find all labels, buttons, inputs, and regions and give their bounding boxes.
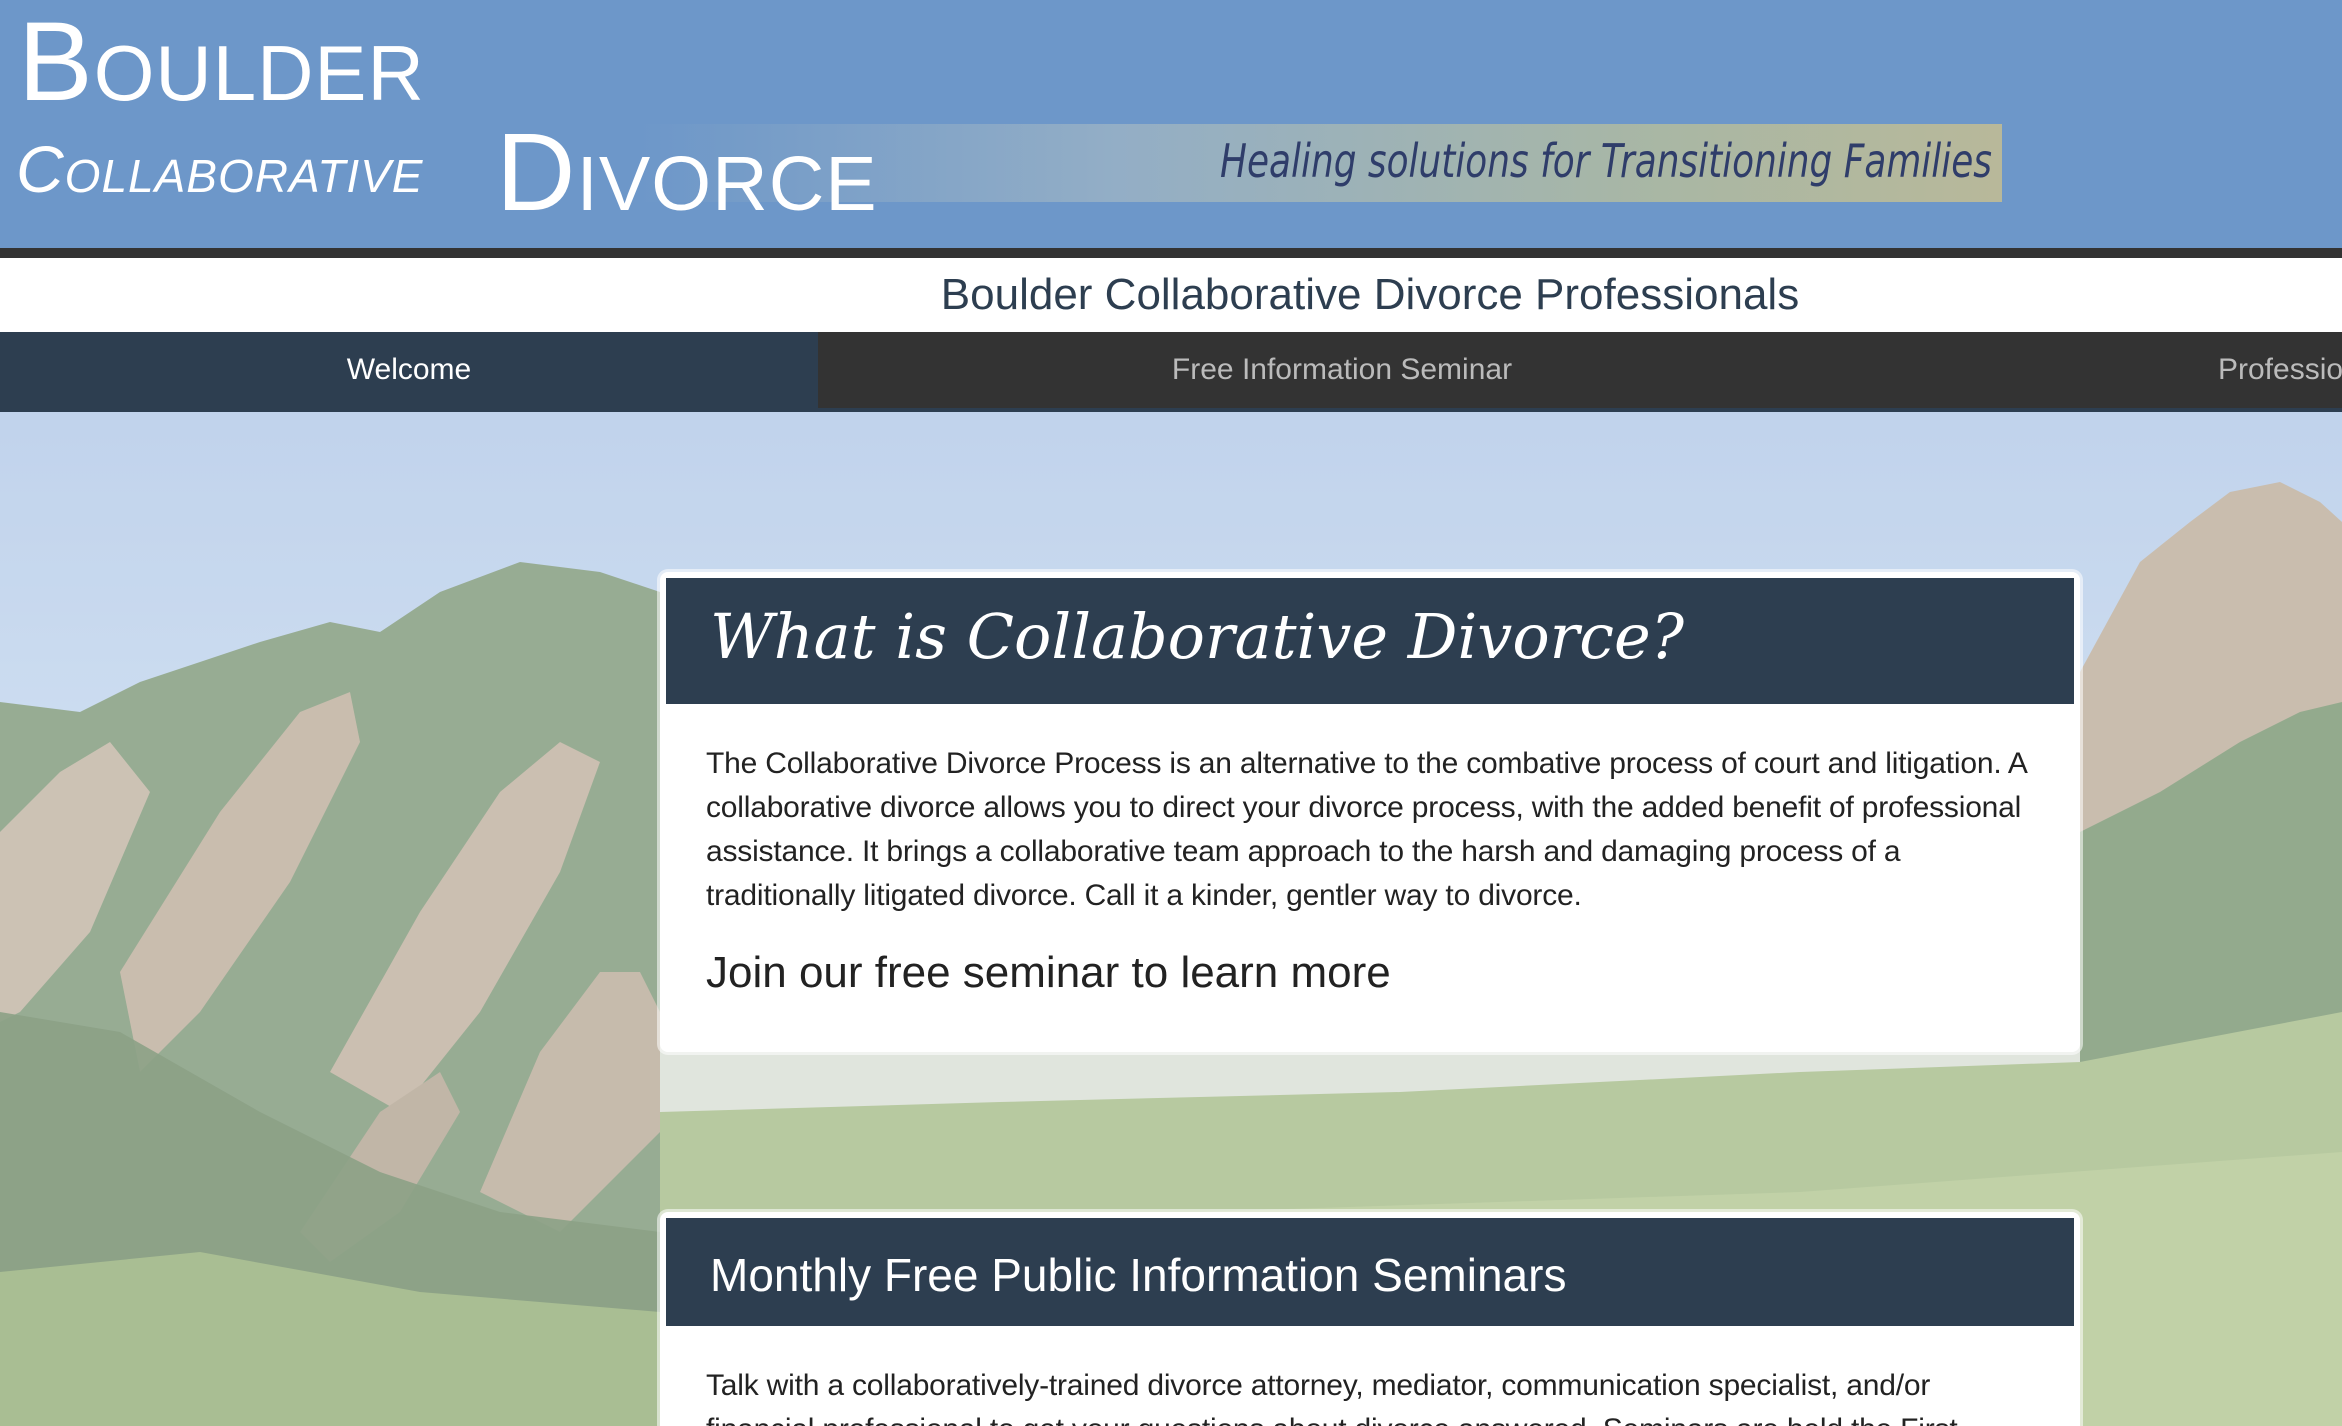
banner-divider: [0, 248, 2342, 258]
logo-word-boulder: Boulder: [18, 0, 425, 124]
intro-card: What is Collaborative Divorce? The Colla…: [660, 572, 2080, 1052]
nav-item-professionals[interactable]: Professio: [1866, 332, 2342, 412]
seminar-card-title: Monthly Free Public Information Seminars: [710, 1249, 1567, 1301]
intro-card-title: What is Collaborative Divorce?: [710, 600, 1684, 673]
seminar-card: Monthly Free Public Information Seminars…: [660, 1212, 2080, 1426]
seminar-card-body: Talk with a collaboratively-trained divo…: [706, 1364, 2036, 1426]
site-title: Boulder Collaborative Divorce Profession…: [940, 270, 1800, 319]
intro-paragraph: The Collaborative Divorce Process is an …: [706, 747, 2027, 912]
intro-card-body: The Collaborative Divorce Process is an …: [706, 742, 2036, 998]
logo-word-collaborative: Collaborative: [16, 132, 424, 206]
nav-item-welcome[interactable]: Welcome: [0, 332, 818, 412]
intro-card-header: What is Collaborative Divorce?: [666, 578, 2074, 704]
logo-word-divorce: Divorce: [496, 111, 878, 234]
page: Boulder Collaborative Divorce Healing so…: [0, 0, 2342, 1426]
nav-item-free-information-seminar[interactable]: Free Information Seminar: [818, 332, 1866, 412]
header-banner[interactable]: Boulder Collaborative Divorce Healing so…: [0, 0, 2342, 248]
join-seminar-link[interactable]: Join our free seminar to learn more: [706, 948, 2036, 998]
main-nav: Welcome Free Information Seminar Profess…: [0, 332, 2342, 412]
seminar-paragraph: Talk with a collaboratively-trained divo…: [706, 1369, 1958, 1426]
seminar-card-header: Monthly Free Public Information Seminars: [666, 1218, 2074, 1326]
tagline: Healing solutions for Transitioning Fami…: [1220, 134, 1992, 188]
